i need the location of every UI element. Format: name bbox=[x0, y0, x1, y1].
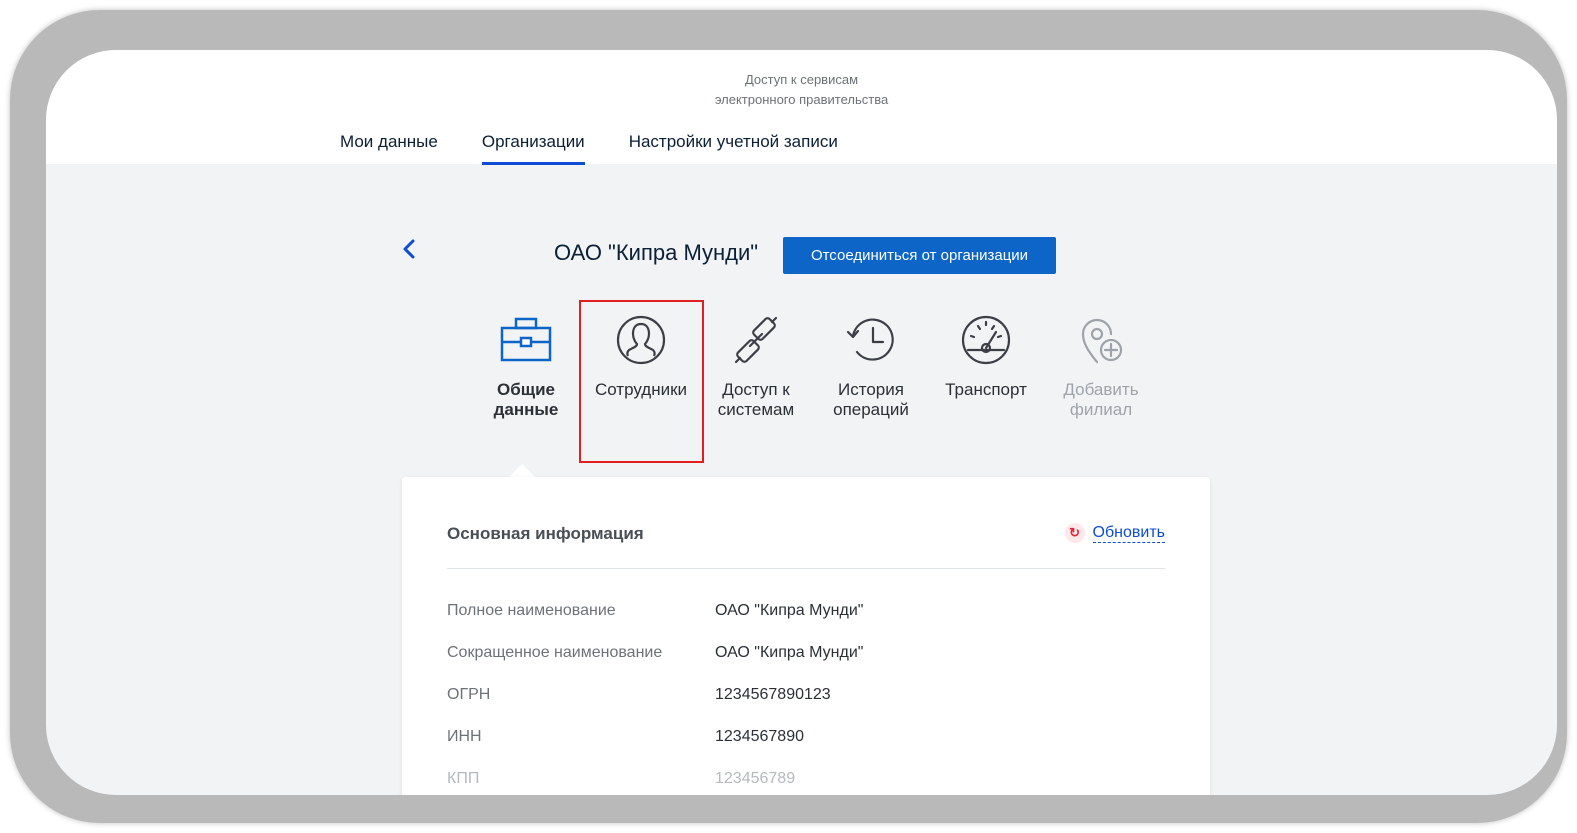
tab-add-branch[interactable]: Добавить филиал bbox=[1046, 312, 1156, 420]
chevron-left-icon bbox=[403, 239, 415, 259]
tab-label: Доступ к системам bbox=[701, 380, 811, 420]
row-value: 1234567890 bbox=[715, 728, 804, 745]
tab-label-line: операций bbox=[833, 400, 909, 419]
info-row: ИНН 1234567890 bbox=[447, 728, 1165, 770]
row-label: Сокращенное наименование bbox=[447, 644, 663, 661]
subtitle-line-2: электронного правительства bbox=[714, 92, 889, 107]
tab-label-line: системам bbox=[717, 400, 795, 419]
info-table: Полное наименование ОАО "Кипра Мунди" Со… bbox=[447, 602, 1165, 795]
organization-title: ОАО "Кипра Мунди" bbox=[554, 240, 759, 265]
tab-general-data[interactable]: Общие данные bbox=[471, 312, 581, 420]
tab-transport[interactable]: Транспорт bbox=[931, 312, 1041, 400]
tab-label: Общие данные bbox=[471, 380, 581, 420]
row-label: Полное наименование bbox=[447, 602, 616, 619]
back-button[interactable] bbox=[401, 236, 417, 266]
info-row: КПП 123456789 bbox=[447, 770, 1165, 795]
disconnect-organization-button[interactable]: Отсоединиться от организации bbox=[783, 237, 1056, 274]
row-label: ОГРН bbox=[447, 686, 491, 703]
row-value: 1234567890123 bbox=[715, 686, 831, 703]
tab-label-line: Общие bbox=[497, 380, 555, 399]
tab-operations-history[interactable]: История операций bbox=[816, 312, 926, 420]
tab-system-access[interactable]: Доступ к системам bbox=[701, 312, 811, 420]
screenshot-frame: Доступ к сервисам электронного правитель… bbox=[10, 10, 1567, 823]
tab-label: Транспорт bbox=[931, 380, 1041, 400]
tab-label-line: данные bbox=[493, 400, 559, 419]
history-icon bbox=[846, 318, 894, 361]
divider bbox=[447, 568, 1165, 569]
info-row: Полное наименование ОАО "Кипра Мунди" bbox=[447, 602, 1165, 644]
tab-label: Добавить филиал bbox=[1046, 380, 1156, 420]
tab-label-line: филиал bbox=[1069, 400, 1133, 419]
tab-label-line: Доступ к bbox=[722, 380, 790, 399]
nav-item-organizations[interactable]: Организации bbox=[481, 132, 585, 165]
row-value: ОАО "Кипра Мунди" bbox=[715, 644, 864, 661]
browser-screen: Доступ к сервисам электронного правитель… bbox=[46, 50, 1557, 795]
main-info-card: Основная информация ↻ Обновить Полное на… bbox=[402, 477, 1210, 795]
speedometer-icon bbox=[961, 315, 1011, 365]
card-title: Основная информация bbox=[447, 524, 644, 543]
tab-label-line: История bbox=[838, 380, 904, 399]
briefcase-icon bbox=[500, 317, 552, 362]
row-value: 123456789 bbox=[715, 770, 796, 787]
subtitle-line-1: Доступ к сервисам bbox=[744, 72, 859, 87]
highlight-box bbox=[579, 300, 704, 463]
main-nav: Мои данные Организации Настройки учетной… bbox=[340, 132, 838, 165]
row-label: ИНН bbox=[447, 728, 482, 745]
header-subtitle: Доступ к сервисам электронного правитель… bbox=[46, 70, 1557, 110]
refresh-label: Обновить bbox=[1092, 523, 1165, 543]
tab-pointer bbox=[508, 464, 536, 478]
refresh-button[interactable]: ↻ Обновить bbox=[1064, 523, 1165, 543]
row-value: ОАО "Кипра Мунди" bbox=[715, 602, 864, 619]
info-row: ОГРН 1234567890123 bbox=[447, 686, 1165, 728]
refresh-icon: ↻ bbox=[1064, 523, 1085, 543]
header: Доступ к сервисам электронного правитель… bbox=[46, 50, 1557, 165]
row-label: КПП bbox=[447, 770, 480, 787]
link-icon bbox=[734, 316, 778, 364]
tab-label: История операций bbox=[816, 380, 926, 420]
tab-label-line: Транспорт bbox=[945, 380, 1027, 399]
nav-item-account-settings[interactable]: Настройки учетной записи bbox=[629, 132, 838, 165]
nav-item-my-data[interactable]: Мои данные bbox=[340, 132, 438, 165]
add-location-icon bbox=[1081, 318, 1123, 364]
tab-label-line: Добавить bbox=[1063, 380, 1139, 399]
info-row: Сокращенное наименование ОАО "Кипра Мунд… bbox=[447, 644, 1165, 686]
